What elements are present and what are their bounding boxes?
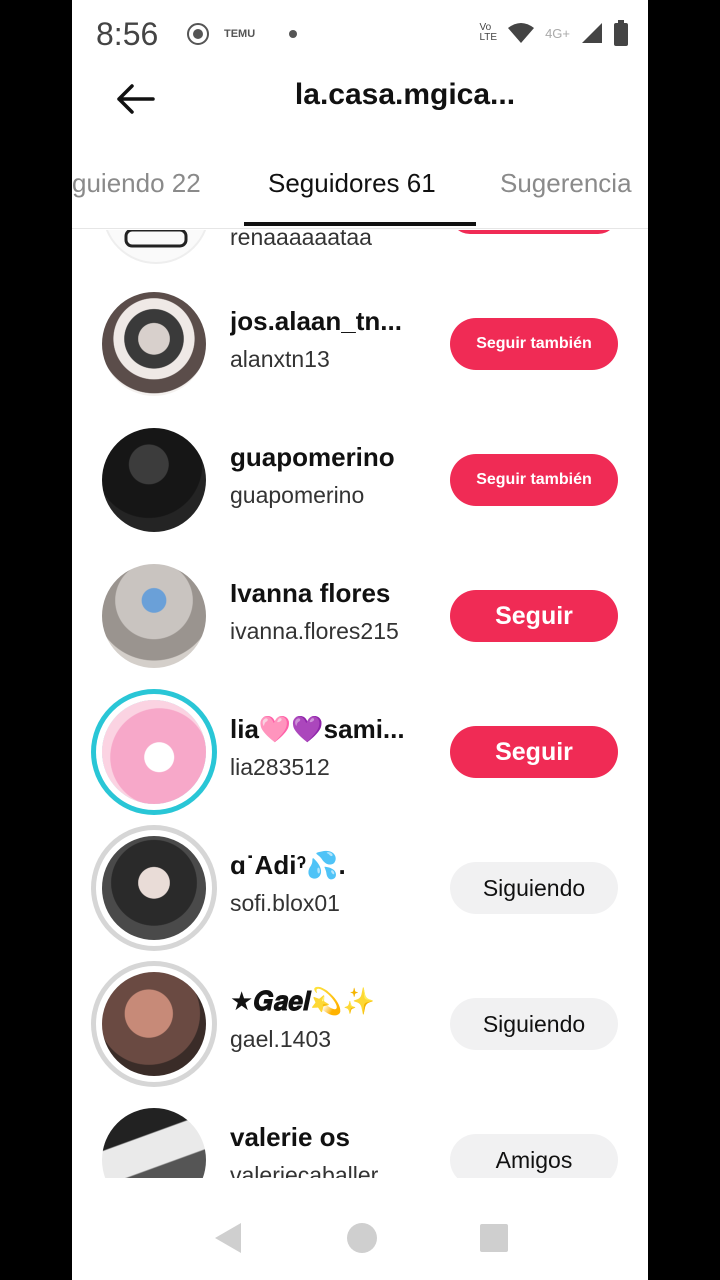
signal-icon [582, 23, 602, 43]
tab-bar: guiendo 22 Seguidores 61 Sugerencia [72, 150, 648, 229]
follow-back-button[interactable]: Seguir también [450, 454, 618, 506]
follower-name: Ivanna flores [230, 578, 391, 608]
follower-handle: alanxtn13 [230, 346, 330, 372]
avatar[interactable] [102, 428, 206, 532]
avatar[interactable] [102, 972, 206, 1076]
status-icons-right: Vo LTE 4G+ [479, 20, 628, 46]
header: la.casa.mgica... [72, 70, 648, 130]
avatar[interactable] [102, 564, 206, 668]
follower-handle: lia283512 [230, 754, 330, 780]
system-nav-bar [72, 1196, 648, 1280]
follower-handle: sofi.blox01 [230, 890, 340, 916]
list-item[interactable]: ★𝑮𝒂𝒆𝒍💫✨ gael.1403 Siguiendo [72, 956, 648, 1092]
screen-record-icon [187, 23, 209, 45]
avatar[interactable] [102, 230, 210, 264]
follower-handle: guapomerino [230, 482, 365, 508]
follower-handle: renaaaaaataa [230, 230, 372, 250]
follower-name: lia🩷💜sami... [230, 714, 405, 744]
follow-button[interactable]: Seguir [450, 590, 618, 642]
following-button[interactable]: Siguiendo [450, 998, 618, 1050]
notification-dot-icon [289, 30, 298, 38]
back-button[interactable] [110, 74, 160, 124]
network-type-label: 4G+ [545, 25, 570, 41]
nav-back-icon[interactable] [211, 1221, 245, 1255]
list-item[interactable]: ɑ˙Adiˀ💦. sofi.blox01 Siguiendo [72, 820, 648, 956]
friends-button[interactable]: Amigos [450, 1134, 618, 1178]
following-button[interactable]: Siguiendo [450, 862, 618, 914]
follow-button[interactable]: Seguir [450, 726, 618, 778]
follower-name: ★𝑮𝒂𝒆𝒍💫✨ [230, 986, 375, 1016]
wifi-icon [508, 23, 535, 43]
app-screen: 8:56 TEMU Vo LTE 4G+ la.casa.mgica... gui… [72, 0, 648, 1280]
back-arrow-icon [117, 84, 155, 114]
follower-name: ɑ˙Adiˀ💦. [230, 850, 346, 880]
nav-home-icon[interactable] [345, 1221, 379, 1255]
follower-name: jos.alaan_tn... [230, 306, 402, 336]
list-item[interactable]: Ivanna flores ivanna.flores215 Seguir [72, 548, 648, 684]
status-bar: 8:56 TEMU Vo LTE 4G+ [72, 0, 648, 70]
volte-icon: Vo LTE [479, 22, 498, 43]
battery-icon [614, 20, 628, 46]
page-title: la.casa.mgica... [294, 78, 516, 111]
tab-suggestions[interactable]: Sugerencia [500, 168, 632, 199]
list-item[interactable]: renaaaaaataa [72, 230, 648, 276]
list-item[interactable]: guapomerino guapomerino Seguir también [72, 412, 648, 548]
follower-list[interactable]: renaaaaaataa jos.alaan_tn... alanxtn13 S… [72, 230, 648, 1178]
avatar[interactable] [102, 292, 206, 396]
temu-icon: TEMU [224, 28, 256, 40]
avatar[interactable] [102, 700, 206, 804]
follower-handle: gael.1403 [230, 1026, 332, 1052]
avatar[interactable] [102, 1108, 206, 1178]
status-icons-left: TEMU [186, 22, 298, 46]
follower-name: guapomerino [230, 442, 395, 472]
tab-followers[interactable]: Seguidores 61 [268, 168, 436, 199]
list-item[interactable]: lia🩷💜sami... lia283512 Seguir [72, 684, 648, 820]
follow-back-button[interactable]: Seguir también [450, 318, 618, 370]
status-time: 8:56 [96, 16, 159, 52]
follow-button[interactable] [450, 230, 618, 234]
active-tab-indicator [244, 222, 476, 226]
tab-following[interactable]: guiendo 22 [72, 168, 201, 199]
avatar[interactable] [102, 836, 206, 940]
list-item[interactable]: valerie os valeriecaballer Amigos [72, 1092, 648, 1178]
list-item[interactable]: jos.alaan_tn... alanxtn13 Seguir también [72, 276, 648, 412]
follower-handle: valeriecaballer [230, 1162, 379, 1178]
nav-recents-icon[interactable] [479, 1223, 509, 1253]
follower-name: valerie os [230, 1122, 350, 1152]
follower-handle: ivanna.flores215 [230, 618, 399, 644]
